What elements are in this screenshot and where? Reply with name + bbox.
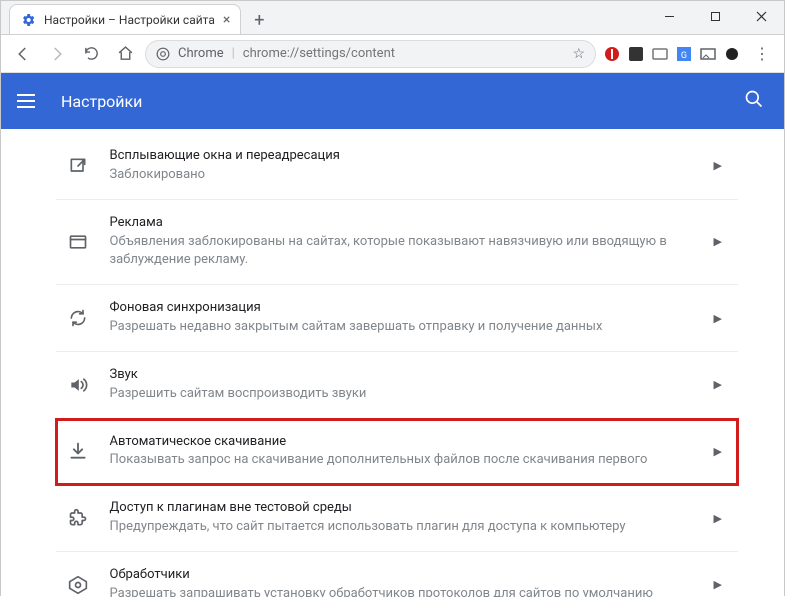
row-subtitle: Заблокировано [110,166,704,185]
close-tab-icon[interactable]: × [223,12,230,28]
new-tab-button[interactable]: + [245,6,273,34]
chevron-right-icon: ▶ [714,159,730,172]
row-subtitle: Предупреждать, что сайт пытается использ… [110,518,704,537]
sound-icon [64,371,92,399]
chevron-right-icon: ▶ [714,378,730,391]
settings-row-sync[interactable]: Фоновая синхронизацияРазрешать недавно з… [56,285,738,352]
chevron-right-icon: ▶ [714,235,730,248]
window-maximize-button[interactable] [692,1,738,31]
url-scheme-label: Chrome [178,46,224,61]
sync-icon [64,304,92,332]
content-area[interactable]: Всплывающие окна и переадресацияЗаблокир… [1,129,784,597]
extension-icon-5[interactable] [698,44,718,64]
home-button[interactable] [111,40,139,68]
settings-row-sound[interactable]: ЗвукРазрешить сайтам воспроизводить звук… [56,352,738,419]
popup-icon [64,152,92,180]
svg-text:G: G [681,51,687,61]
row-body: ОбработчикиРазрешать запрашивать установ… [110,566,704,597]
gear-icon [20,12,36,28]
row-title: Звук [110,366,704,385]
row-body: ЗвукРазрешить сайтам воспроизводить звук… [110,366,704,404]
hamburger-menu-icon[interactable] [17,89,41,113]
address-bar[interactable]: Chrome | chrome://settings/content ☆ [145,40,596,68]
bookmark-star-icon[interactable]: ☆ [572,46,585,62]
row-body: Фоновая синхронизацияРазрешать недавно з… [110,299,704,337]
titlebar: Настройки – Настройки сайта × + [1,1,784,35]
row-title: Автоматическое скачивание [110,433,704,452]
plugin-icon [64,504,92,532]
download-icon [64,437,92,465]
settings-row-handler[interactable]: ОбработчикиРазрешать запрашивать установ… [56,552,738,597]
chrome-site-icon [156,47,170,61]
handler-icon [64,571,92,597]
settings-row-ads[interactable]: РекламаОбъявления заблокированы на сайта… [56,200,738,286]
row-title: Обработчики [110,566,704,585]
reload-button[interactable] [77,40,105,68]
browser-menu-button[interactable]: ⋮ [748,40,776,68]
page-title: Настройки [61,92,744,111]
settings-row-popup[interactable]: Всплывающие окна и переадресацияЗаблокир… [56,133,738,200]
row-subtitle: Разрешать недавно закрытым сайтам заверш… [110,318,704,337]
row-body: Автоматическое скачиваниеПоказывать запр… [110,433,704,471]
row-body: Доступ к плагинам вне тестовой средыПред… [110,499,704,537]
row-subtitle: Показывать запрос на скачивание дополнит… [110,451,704,470]
extension-icons: G [602,44,742,64]
extension-icon-3[interactable] [650,44,670,64]
settings-row-plugin[interactable]: Доступ к плагинам вне тестовой средыПред… [56,485,738,552]
row-body: РекламаОбъявления заблокированы на сайта… [110,214,704,271]
url-text: chrome://settings/content [243,46,395,61]
tab-title: Настройки – Настройки сайта [44,13,215,27]
chevron-right-icon: ▶ [714,312,730,325]
browser-toolbar: Chrome | chrome://settings/content ☆ G ⋮ [1,35,784,73]
back-button[interactable] [9,40,37,68]
settings-header: Настройки [1,73,784,129]
row-subtitle: Разрешать запрашивать установку обработч… [110,585,704,597]
chevron-right-icon: ▶ [714,445,730,458]
url-separator: | [232,46,235,61]
extension-icon-4[interactable]: G [674,44,694,64]
row-subtitle: Разрешить сайтам воспроизводить звуки [110,385,704,404]
settings-list: Всплывающие окна и переадресацияЗаблокир… [48,133,738,597]
row-title: Всплывающие окна и переадресация [110,147,704,166]
row-title: Доступ к плагинам вне тестовой среды [110,499,704,518]
row-subtitle: Объявления заблокированы на сайтах, кото… [110,233,704,271]
extension-icon-6[interactable] [722,44,742,64]
chevron-right-icon: ▶ [714,578,730,591]
extension-icon-1[interactable] [602,44,622,64]
row-title: Реклама [110,214,704,233]
window-minimize-button[interactable] [646,1,692,31]
window-controls [646,1,784,31]
extension-icon-2[interactable] [626,44,646,64]
row-title: Фоновая синхронизация [110,299,704,318]
row-body: Всплывающие окна и переадресацияЗаблокир… [110,147,704,185]
window-close-button[interactable] [738,1,784,31]
browser-tab[interactable]: Настройки – Настройки сайта × [9,4,241,34]
forward-button[interactable] [43,40,71,68]
chevron-right-icon: ▶ [714,512,730,525]
ads-icon [64,228,92,256]
search-icon[interactable] [744,89,768,113]
settings-row-download[interactable]: Автоматическое скачиваниеПоказывать запр… [56,419,738,486]
